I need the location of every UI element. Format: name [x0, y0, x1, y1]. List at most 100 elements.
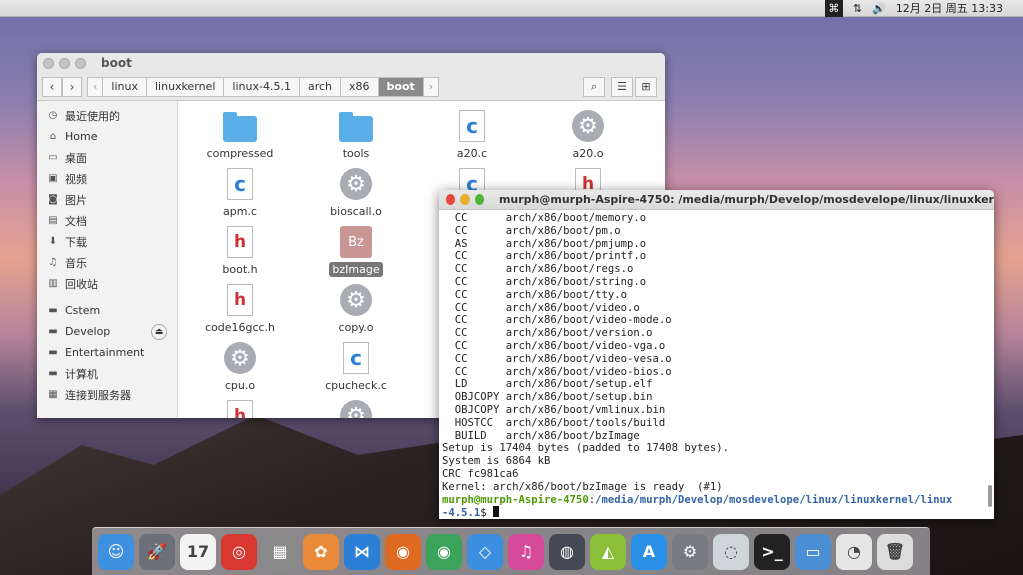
sidebar-item-downloads[interactable]: ⬇ 下载: [37, 231, 177, 252]
file-item[interactable]: c cpucheck.c: [306, 341, 406, 392]
sidebar-item-entertainment[interactable]: ▬ Entertainment: [37, 342, 177, 363]
back-button[interactable]: ‹: [42, 76, 62, 97]
search-icon[interactable]: ⌕: [583, 76, 605, 97]
clock[interactable]: 12月 2日 周五 13:33: [896, 0, 1003, 16]
minimize-button[interactable]: [460, 194, 470, 205]
object-file-icon: ⚙: [340, 400, 372, 418]
minimize-button[interactable]: [59, 57, 70, 69]
breadcrumb-linux[interactable]: linux: [102, 76, 147, 97]
dock-wechat-icon[interactable]: ◌: [713, 533, 749, 570]
terminal-line: HOSTCC arch/x86/boot/tools/build: [442, 416, 666, 429]
dock-clock-icon[interactable]: ◔: [836, 533, 872, 570]
dock-trash-icon[interactable]: 🗑: [877, 533, 913, 570]
sidebar-item-home[interactable]: ⌂ Home: [37, 126, 177, 147]
dock-netease-music-icon[interactable]: ◎: [221, 533, 257, 570]
server-icon: ▦: [48, 389, 58, 400]
terminal-line: System is 6864 kB: [442, 455, 551, 468]
file-name: copy.o: [338, 321, 374, 334]
dock-finder-icon[interactable]: ☺: [98, 533, 134, 570]
sidebar-item-label: 视频: [65, 172, 87, 186]
terminal-titlebar[interactable]: murph@murph-Aspire-4750: /media/murph/De…: [439, 190, 994, 210]
c-source-icon: c: [227, 168, 253, 200]
close-button[interactable]: [446, 194, 456, 205]
file-item[interactable]: ⚙ copy.o: [306, 283, 406, 334]
command-icon[interactable]: ⌘: [824, 0, 843, 17]
network-icon[interactable]: ⇅: [853, 2, 862, 15]
sidebar-item-recent[interactable]: ◷ 最近使用的: [37, 105, 177, 126]
terminal-line: CC arch/x86/boot/memory.o: [442, 212, 647, 224]
dock-launchpad-icon[interactable]: 🚀: [139, 533, 175, 570]
video-icon: ▣: [48, 173, 58, 184]
file-item[interactable]: h code16gcc.h: [190, 283, 290, 334]
file-item[interactable]: c apm.c: [190, 167, 290, 218]
terminal-scrollbar[interactable]: [988, 485, 992, 507]
list-view-icon[interactable]: ☰: [611, 76, 633, 97]
sidebar-item-connect-server[interactable]: ▦ 连接到服务器: [37, 384, 177, 405]
c-source-icon: c: [459, 110, 485, 142]
file-item[interactable]: compressed: [190, 109, 290, 160]
file-item[interactable]: ⚙ bioscall.o: [306, 167, 406, 218]
document-icon: ▤: [48, 215, 58, 226]
file-name: cpu.o: [224, 379, 256, 392]
breadcrumb-linux-4.5.1[interactable]: linux-4.5.1: [223, 76, 300, 97]
forward-button[interactable]: ›: [62, 76, 82, 97]
dock-terminal-icon[interactable]: >_: [754, 533, 790, 570]
dock-app-blue-icon[interactable]: ◇: [467, 533, 503, 570]
breadcrumb-scroll-right[interactable]: ›: [422, 76, 440, 97]
prompt-path-continued: -4.5.1: [442, 507, 481, 519]
dock-settings-icon[interactable]: ⚙: [672, 533, 708, 570]
terminal-line: CC arch/x86/boot/string.o: [442, 275, 647, 288]
dock-files-icon[interactable]: ▭: [795, 533, 831, 570]
dock-steam-icon[interactable]: ◍: [549, 533, 585, 570]
terminal-line: BUILD arch/x86/boot/bzImage: [442, 429, 640, 442]
maximize-button[interactable]: [474, 194, 484, 205]
dock-itunes-icon[interactable]: ♫: [508, 533, 544, 570]
file-item[interactable]: ⚙ cpu.o: [190, 341, 290, 392]
sidebar-item-trash[interactable]: ▥ 回收站: [37, 273, 177, 294]
file-item[interactable]: ⚙ a20.o: [538, 109, 638, 160]
dock-vscode-icon[interactable]: ⋈: [344, 533, 380, 570]
breadcrumb-x86[interactable]: x86: [340, 76, 379, 97]
sidebar-item-pictures[interactable]: ◙ 图片: [37, 189, 177, 210]
breadcrumb-boot[interactable]: boot: [377, 76, 424, 97]
sidebar-item-label: 下载: [65, 235, 87, 249]
eject-icon[interactable]: ⏏: [151, 323, 167, 340]
file-item[interactable]: ⚙: [306, 399, 406, 418]
sidebar-item-label: 文档: [65, 214, 87, 228]
sidebar-item-label: 桌面: [65, 151, 87, 165]
sidebar-item-develop[interactable]: ▬ Develop ⏏: [37, 321, 177, 342]
volume-icon[interactable]: 🔊: [872, 2, 886, 15]
sidebar-item-desktop[interactable]: ▭ 桌面: [37, 147, 177, 168]
file-name: boot.h: [222, 263, 258, 276]
sidebar-item-documents[interactable]: ▤ 文档: [37, 210, 177, 231]
file-manager-titlebar[interactable]: boot: [37, 53, 665, 73]
file-item[interactable]: c a20.c: [422, 109, 522, 160]
sidebar-item-computer[interactable]: ▬ 计算机: [37, 363, 177, 384]
terminal-cursor: [493, 506, 500, 518]
dock-calendar-icon[interactable]: 17: [180, 533, 216, 570]
maximize-button[interactable]: [75, 57, 86, 69]
file-item[interactable]: tools: [306, 109, 406, 160]
file-item-selected[interactable]: Bz bzImage: [306, 225, 406, 277]
file-item[interactable]: h: [190, 399, 290, 418]
dock-android-icon[interactable]: ◭: [590, 533, 626, 570]
sidebar-item-music[interactable]: ♫ 音乐: [37, 252, 177, 273]
dock-firefox-icon[interactable]: ◉: [385, 533, 421, 570]
sidebar-item-cstem[interactable]: ▬ Cstem: [37, 300, 177, 321]
dock-photos-icon[interactable]: ✿: [303, 533, 339, 570]
breadcrumb-scroll-left[interactable]: ‹: [87, 76, 104, 97]
sidebar-item-videos[interactable]: ▣ 视频: [37, 168, 177, 189]
close-button[interactable]: [43, 57, 54, 69]
sidebar-item-label: 回收站: [65, 277, 98, 291]
sidebar-item-label: 连接到服务器: [65, 388, 131, 402]
dock-calculator-icon[interactable]: ▦: [262, 533, 298, 570]
dock-chrome-icon[interactable]: ◉: [426, 533, 462, 570]
file-name: apm.c: [223, 205, 257, 218]
terminal-window[interactable]: murph@murph-Aspire-4750: /media/murph/De…: [439, 190, 994, 519]
terminal-output[interactable]: CC arch/x86/boot/memory.o CC arch/x86/bo…: [439, 210, 994, 519]
breadcrumb-arch[interactable]: arch: [298, 76, 341, 97]
dock-app-store-icon[interactable]: A: [631, 533, 667, 570]
breadcrumb-linuxkernel[interactable]: linuxkernel: [145, 76, 225, 97]
file-item[interactable]: h boot.h: [190, 225, 290, 276]
grid-view-icon[interactable]: ⊞: [635, 76, 657, 97]
